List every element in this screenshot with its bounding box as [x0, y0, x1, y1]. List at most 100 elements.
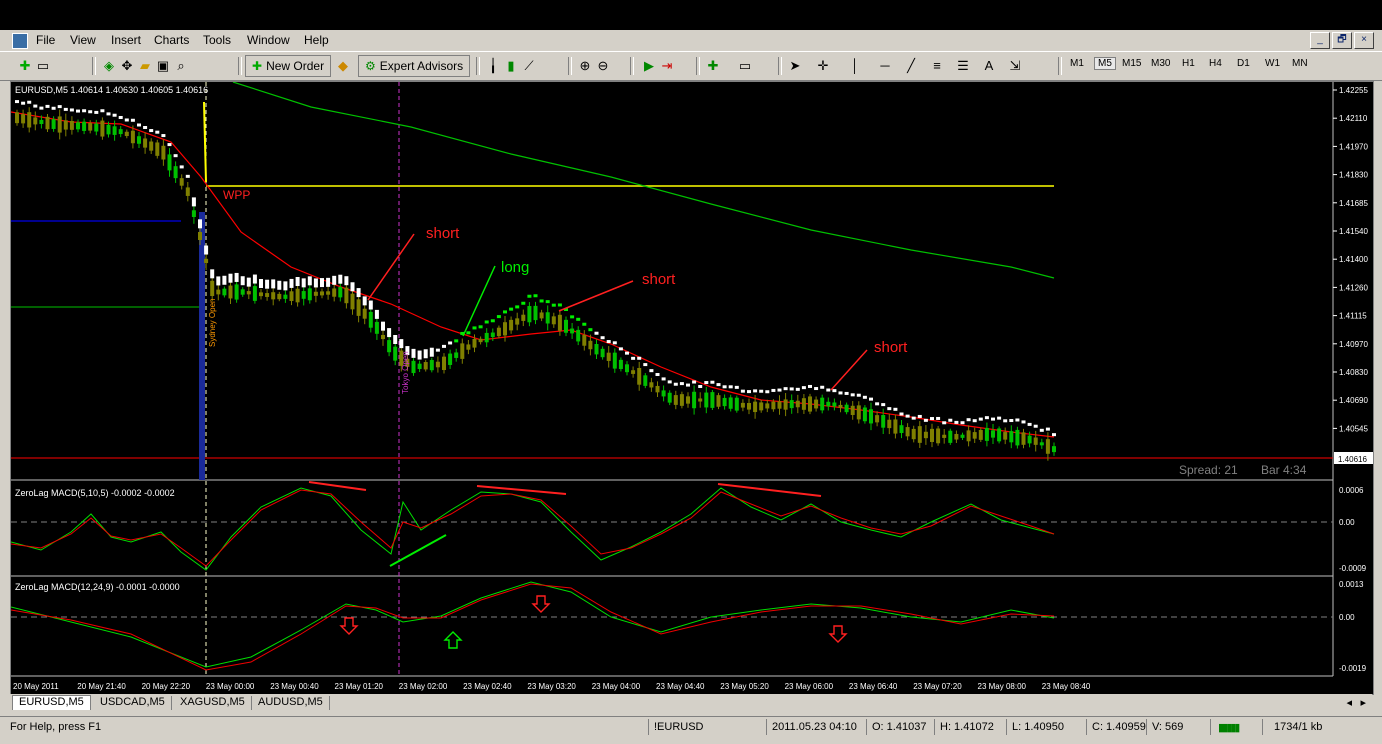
menu-view[interactable]: View: [70, 33, 96, 47]
ma-dot: [844, 391, 849, 395]
candle-body: [1015, 429, 1020, 446]
tab-scroll-right-icon[interactable]: ▸: [1360, 696, 1366, 709]
candle-body: [76, 122, 80, 130]
ma-dot: [1027, 422, 1032, 426]
chart-tabs: EURUSD,M5 USDCAD,M5 XAGUSD,M5 AUDUSD,M5 …: [10, 694, 1372, 712]
down-arrow-icon: [828, 625, 848, 643]
ma-dot: [27, 100, 32, 104]
ma-dot: [862, 395, 867, 399]
timeframe-w1[interactable]: W1: [1265, 58, 1280, 69]
sydney-open-label: Sydney Open: [208, 299, 217, 347]
candle-body: [826, 401, 831, 407]
menu-insert[interactable]: Insert: [111, 33, 141, 47]
candle-body: [259, 292, 263, 297]
line-chart-icon[interactable]: ⟋: [520, 58, 538, 74]
market-watch-icon[interactable]: ◈: [100, 58, 118, 74]
candle-body: [722, 397, 727, 407]
desktop-background: [0, 0, 1382, 30]
navigator-icon[interactable]: ✥: [118, 58, 136, 74]
tab-usdcad[interactable]: USDCAD,M5: [94, 696, 172, 710]
tab-eurusd[interactable]: EURUSD,M5: [12, 695, 91, 710]
zoom-out-icon[interactable]: ⊖: [594, 58, 612, 74]
tab-xagusd[interactable]: XAGUSD,M5: [174, 696, 252, 710]
expert-advisors-button[interactable]: ⚙ Expert Advisors: [358, 55, 471, 77]
candle-body: [539, 312, 544, 319]
new-chart-icon[interactable]: ✚: [16, 58, 34, 74]
status-bar: For Help, press F1 !EURUSD 2011.05.23 04…: [0, 716, 1382, 737]
zoom-in-icon[interactable]: ⊕: [576, 58, 594, 74]
vertical-line-icon[interactable]: │: [846, 58, 864, 74]
minimize-button[interactable]: _: [1310, 32, 1330, 49]
candle-body: [783, 399, 788, 410]
strategy-tester-icon[interactable]: ⌕: [172, 58, 190, 74]
ma-dot: [82, 109, 87, 113]
candle-body: [1045, 439, 1050, 454]
candle-body: [527, 306, 532, 323]
candle-body: [698, 398, 703, 402]
candle-body: [991, 430, 995, 438]
candle-body: [1003, 432, 1008, 440]
macd2-level-low: -0.0019: [1339, 664, 1367, 673]
ma-dot: [533, 294, 538, 298]
crosshair-icon[interactable]: ✛: [814, 58, 832, 74]
fibonacci-icon[interactable]: ☰: [954, 58, 972, 74]
ma-dot: [265, 279, 270, 289]
menu-file[interactable]: File: [36, 33, 55, 47]
timeframe-h1[interactable]: H1: [1182, 58, 1195, 69]
cursor-icon[interactable]: ➤: [786, 58, 804, 74]
restore-button[interactable]: 🗗: [1332, 32, 1352, 49]
horizontal-line-icon[interactable]: ─: [876, 58, 894, 74]
candle-body: [185, 187, 190, 196]
menu-charts[interactable]: Charts: [154, 33, 189, 47]
candle-body: [795, 400, 800, 408]
menu-tools[interactable]: Tools: [203, 33, 231, 47]
ma-dot: [320, 278, 324, 288]
timeframe-h4[interactable]: H4: [1209, 58, 1222, 69]
tab-scroll-left-icon[interactable]: ◂: [1346, 696, 1352, 709]
folder-icon[interactable]: ▰: [136, 58, 154, 74]
trendline-icon[interactable]: ╱: [902, 58, 920, 74]
time-axis: 20 May 2011 20 May 21:40 20 May 22:20 23 Ma…: [13, 682, 1091, 691]
chart-canvas[interactable]: EURUSD,M5 1.40614 1.40630 1.40605 1.4061…: [10, 81, 1373, 694]
candle-body: [51, 119, 56, 129]
text-tool-icon[interactable]: A: [980, 58, 998, 74]
close-button[interactable]: ×: [1354, 32, 1374, 49]
timeframe-m30[interactable]: M30: [1151, 58, 1170, 69]
arrows-tool-icon[interactable]: ⇲: [1006, 58, 1024, 74]
indicators-icon[interactable]: ✚: [704, 58, 722, 74]
chart-shift-icon[interactable]: ⇥: [658, 58, 676, 74]
timeframe-m5[interactable]: M5: [1094, 57, 1116, 70]
ma-dot: [765, 390, 770, 394]
time-axis-label: 23 May 06:40: [849, 682, 898, 691]
candle-body: [801, 398, 806, 410]
alert-icon[interactable]: ◆: [334, 58, 352, 74]
periods-icon[interactable]: ▭: [736, 58, 754, 74]
chart-window[interactable]: EURUSD,M5 1.40614 1.40630 1.40605 1.4061…: [10, 81, 1374, 695]
app-system-icon[interactable]: [12, 33, 28, 49]
status-close: C: 1.40959: [1092, 721, 1146, 733]
bar-chart-icon[interactable]: ╽: [484, 58, 502, 74]
menu-help[interactable]: Help: [304, 33, 329, 47]
candle-body: [728, 397, 733, 409]
timeframe-m15[interactable]: M15: [1122, 58, 1141, 69]
new-order-button[interactable]: ✚ New Order: [245, 55, 332, 77]
ma-dot: [930, 417, 934, 421]
terminal-icon[interactable]: ▣: [154, 58, 172, 74]
candle-body: [966, 430, 971, 442]
profiles-icon[interactable]: ▭: [34, 58, 52, 74]
timeframe-d1[interactable]: D1: [1237, 58, 1250, 69]
candlestick-icon[interactable]: ▮: [502, 58, 520, 74]
channel-icon[interactable]: ≡: [928, 58, 946, 74]
auto-scroll-icon[interactable]: ▶: [640, 58, 658, 74]
timeframe-mn[interactable]: MN: [1292, 58, 1308, 69]
ma-dot: [51, 106, 56, 110]
ma-dot: [527, 294, 532, 298]
timeframe-m1[interactable]: M1: [1070, 58, 1084, 69]
tab-audusd[interactable]: AUDUSD,M5: [252, 696, 330, 710]
connection-icon: ▮▮▮▮▮: [1218, 722, 1240, 734]
ma-dot: [1045, 427, 1050, 431]
candle-body: [710, 392, 715, 408]
candle-body: [643, 375, 648, 386]
menu-window[interactable]: Window: [247, 33, 290, 47]
candle-body: [100, 120, 105, 137]
